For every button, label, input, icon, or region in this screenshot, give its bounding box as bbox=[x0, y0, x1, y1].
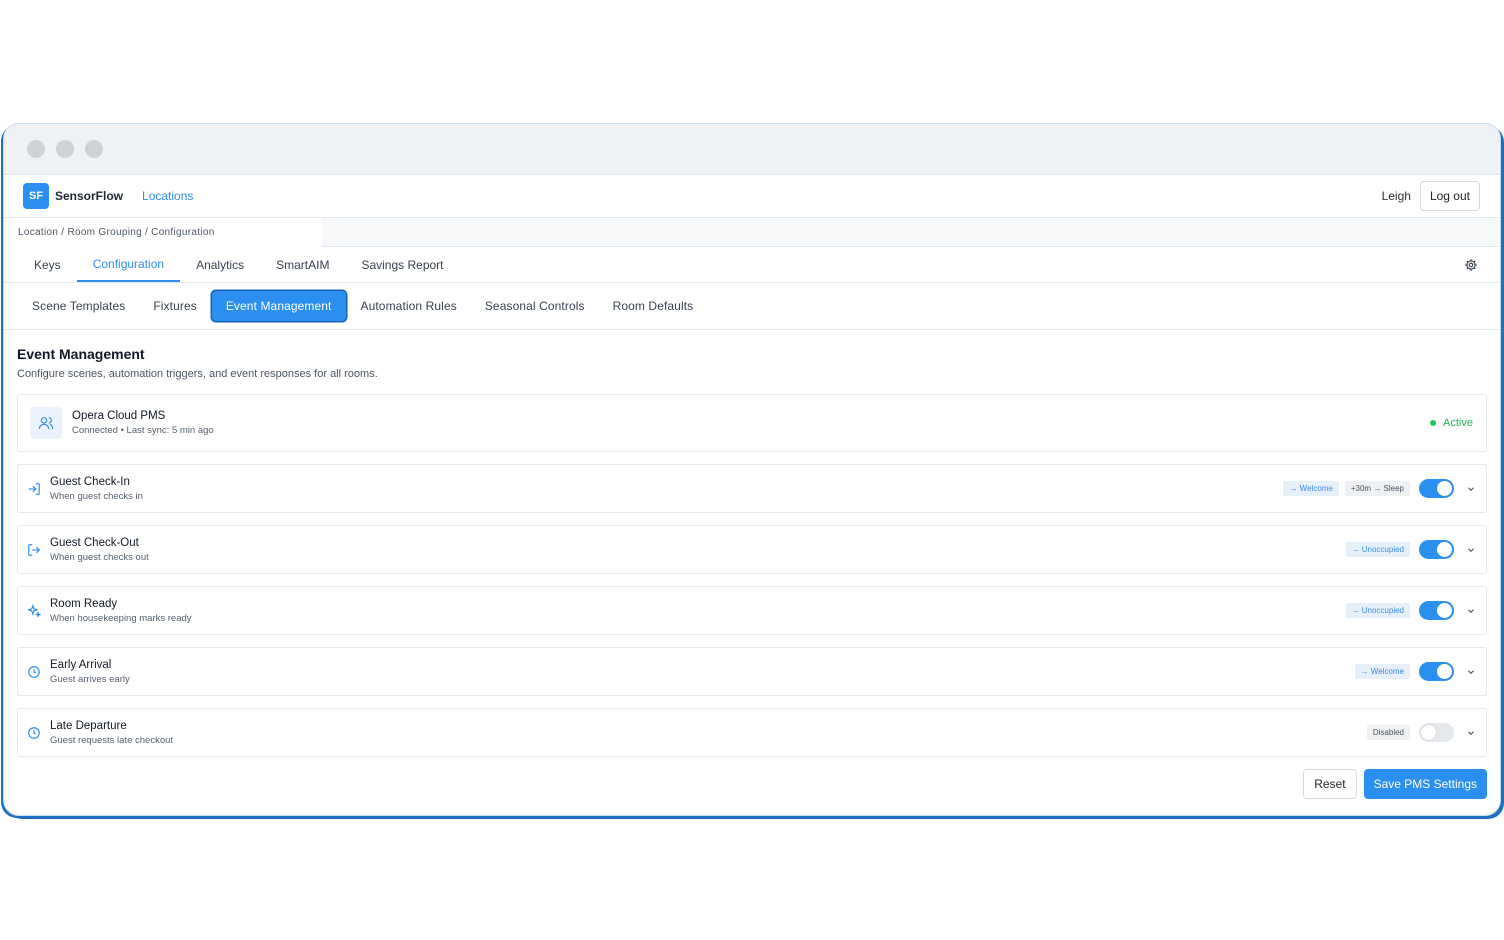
event-row-guest-check-out[interactable]: Guest Check-Out When guest checks out → … bbox=[17, 525, 1487, 574]
scene-tag: → Welcome bbox=[1354, 664, 1410, 679]
save-pms-settings-button[interactable]: Save PMS Settings bbox=[1363, 769, 1487, 799]
app-logo[interactable]: SF bbox=[23, 183, 49, 209]
window-titlebar bbox=[4, 124, 1500, 175]
event-title: Room Ready bbox=[50, 597, 118, 610]
sub-tabs: Scene Templates Fixtures Event Managemen… bbox=[4, 283, 1500, 330]
status-dot-icon bbox=[1430, 420, 1437, 426]
page-title: Event Management bbox=[17, 346, 145, 362]
subtab-automation-rules[interactable]: Automation Rules bbox=[347, 291, 471, 321]
sparkle-icon bbox=[27, 603, 41, 618]
window-minimize-dot[interactable] bbox=[56, 140, 74, 158]
status-badge: Active bbox=[1430, 417, 1473, 429]
pms-sync-status: Connected • Last sync: 5 min ago bbox=[72, 425, 214, 436]
subtab-seasonal-controls[interactable]: Seasonal Controls bbox=[471, 291, 599, 321]
scene-tag: → Welcome bbox=[1283, 481, 1339, 496]
event-toggle[interactable] bbox=[1419, 601, 1454, 620]
pms-name: Opera Cloud PMS bbox=[72, 410, 166, 422]
event-title: Guest Check-In bbox=[50, 475, 130, 488]
scene-tag: +30m → Sleep bbox=[1344, 481, 1410, 496]
main-tabs: Keys Configuration Analytics SmartAIM Sa… bbox=[4, 247, 1500, 283]
clock-icon bbox=[28, 665, 40, 678]
window-maximize-dot[interactable] bbox=[85, 140, 103, 158]
status-label: Active bbox=[1443, 417, 1473, 429]
subtab-event-management[interactable]: Event Management bbox=[211, 291, 346, 321]
event-subtitle: When guest checks out bbox=[50, 551, 149, 563]
event-subtitle: When housekeeping marks ready bbox=[50, 612, 192, 624]
event-row-early-arrival[interactable]: Early Arrival Guest arrives early → Welc… bbox=[17, 647, 1487, 696]
event-row-late-departure[interactable]: Late Departure Guest requests late check… bbox=[17, 708, 1487, 757]
reset-button[interactable]: Reset bbox=[1303, 769, 1357, 799]
breadcrumb: Location / Room Grouping / Configuration bbox=[4, 218, 322, 247]
gear-icon[interactable] bbox=[1464, 258, 1478, 272]
tab-savings-report[interactable]: Savings Report bbox=[345, 247, 459, 282]
chevron-down-icon[interactable] bbox=[1466, 667, 1476, 677]
tab-keys[interactable]: Keys bbox=[18, 247, 77, 282]
form-actions: Reset Save PMS Settings bbox=[17, 769, 1487, 799]
tab-smartaim[interactable]: SmartAIM bbox=[260, 247, 345, 282]
event-title: Early Arrival bbox=[50, 658, 112, 671]
subtab-room-defaults[interactable]: Room Defaults bbox=[599, 291, 708, 321]
browser-window: SF SensorFlow Locations Leigh Log out Lo… bbox=[3, 123, 1501, 816]
tab-configuration[interactable]: Configuration bbox=[76, 247, 181, 282]
chevron-down-icon[interactable] bbox=[1466, 484, 1476, 494]
event-toggle[interactable] bbox=[1419, 723, 1454, 742]
window-close-dot[interactable] bbox=[27, 140, 45, 158]
top-nav: SF SensorFlow Locations Leigh Log out bbox=[4, 175, 1500, 218]
brand-name: SensorFlow bbox=[55, 189, 124, 203]
chevron-down-icon[interactable] bbox=[1466, 728, 1476, 738]
event-subtitle: Guest arrives early bbox=[50, 673, 130, 685]
scene-tag: → Unoccupied bbox=[1345, 542, 1410, 557]
chevron-down-icon[interactable] bbox=[1466, 606, 1476, 616]
event-row-room-ready[interactable]: Room Ready When housekeeping marks ready… bbox=[17, 586, 1487, 635]
chevron-down-icon[interactable] bbox=[1466, 545, 1476, 555]
disabled-tag: Disabled bbox=[1366, 725, 1410, 740]
event-title: Guest Check-Out bbox=[50, 536, 139, 549]
nav-link-locations[interactable]: Locations bbox=[142, 189, 193, 203]
event-row-guest-check-in[interactable]: Guest Check-In When guest checks in → We… bbox=[17, 464, 1487, 513]
main-content: Event Management Configure scenes, autom… bbox=[4, 330, 1500, 799]
users-icon bbox=[30, 407, 62, 439]
event-toggle[interactable] bbox=[1419, 479, 1454, 498]
event-toggle[interactable] bbox=[1419, 540, 1454, 559]
subtab-scene-templates[interactable]: Scene Templates bbox=[18, 291, 139, 321]
event-toggle[interactable] bbox=[1419, 662, 1454, 681]
page-description: Configure scenes, automation triggers, a… bbox=[17, 368, 378, 380]
pms-status-card: Opera Cloud PMS Connected • Last sync: 5… bbox=[17, 394, 1487, 452]
tab-analytics[interactable]: Analytics bbox=[180, 247, 260, 282]
event-subtitle: When guest checks in bbox=[50, 490, 143, 502]
subtab-fixtures[interactable]: Fixtures bbox=[139, 291, 210, 321]
user-name: Leigh bbox=[1381, 189, 1411, 203]
clock-icon bbox=[28, 726, 40, 739]
event-title: Late Departure bbox=[50, 719, 127, 732]
logout-icon bbox=[28, 543, 41, 556]
breadcrumb-bar: Location / Room Grouping / Configuration bbox=[4, 218, 1500, 247]
login-icon bbox=[28, 482, 40, 495]
logout-button[interactable]: Log out bbox=[1419, 181, 1480, 211]
event-subtitle: Guest requests late checkout bbox=[50, 734, 174, 746]
scene-tag: → Unoccupied bbox=[1345, 603, 1410, 618]
